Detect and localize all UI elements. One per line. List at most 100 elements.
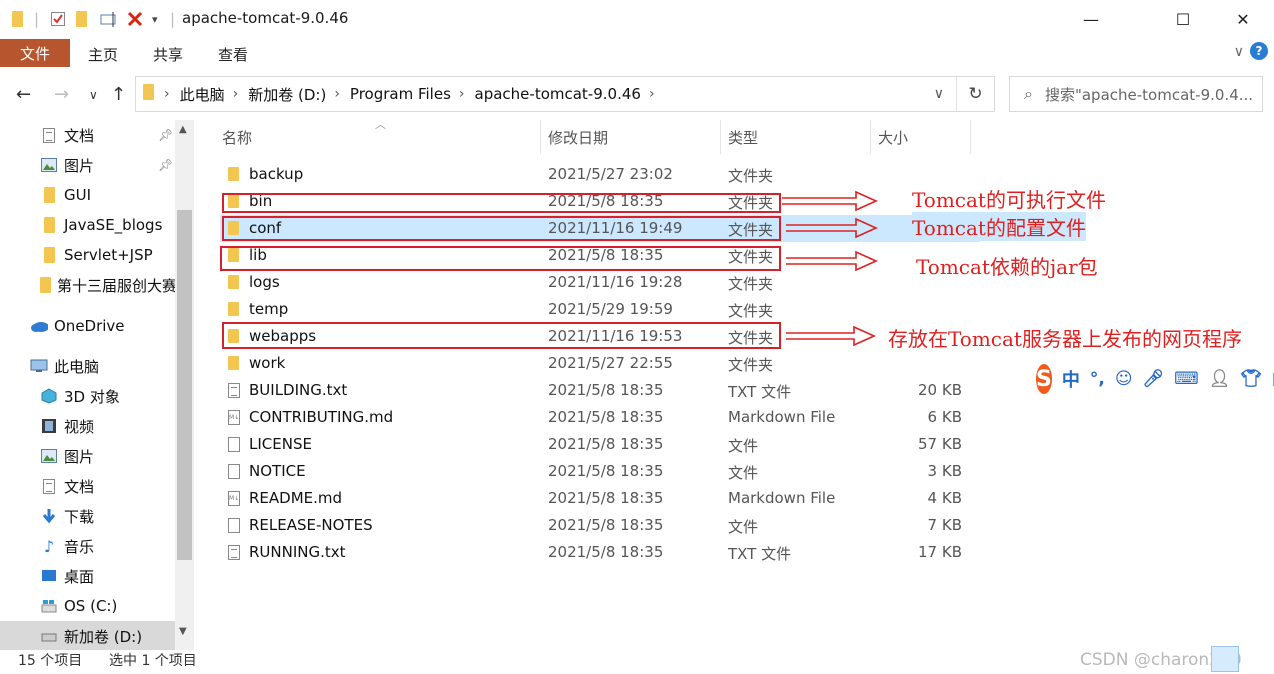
rename-icon[interactable] [100,10,118,28]
file-date: 2021/5/27 23:02 [548,165,673,183]
file-row[interactable]: RELEASE-NOTES 2021/5/8 18:35 文件 7 KB [220,512,980,539]
ime-mode-chinese[interactable]: 中 [1062,366,1080,392]
recent-locations-icon[interactable]: ∨ [89,88,98,102]
sidebar-item[interactable]: 图片 📌︎ [0,150,175,180]
emoji-icon[interactable]: ☺ [1115,369,1133,389]
breadcrumb-tomcat[interactable]: apache-tomcat-9.0.46 [475,85,641,103]
chevron-right-icon[interactable]: › [233,86,239,102]
file-row[interactable]: temp 2021/5/29 19:59 文件夹 [220,296,980,323]
file-date: 2021/5/8 18:35 [548,408,664,426]
sidebar-item[interactable]: 桌面 [0,561,175,591]
folder-icon [40,247,58,263]
scroll-thumb[interactable] [177,210,192,560]
user-icon[interactable]: 👤︎ [1209,369,1231,389]
chevron-right-icon[interactable]: › [164,86,170,102]
minimize-button[interactable]: — [1068,5,1114,33]
markdown-file-icon [228,410,240,429]
file-row[interactable]: LICENSE 2021/5/8 18:35 文件 57 KB [220,431,980,458]
sidebar-item[interactable]: JavaSE_blogs [0,210,175,240]
sidebar-item[interactable]: 图片 [0,441,175,471]
ime-toolbar[interactable]: S 中 °, ☺ 🎤︎ ⌨ 👤︎ 👕︎ ▦ [1034,362,1274,396]
chevron-right-icon[interactable]: › [649,86,655,102]
sidebar-item[interactable]: 下载 [0,501,175,531]
refresh-icon[interactable]: ↻ [956,77,994,111]
file-name: README.md [249,489,343,507]
back-icon[interactable]: ← [16,84,31,105]
close-button[interactable]: ✕ [1220,5,1266,33]
file-row[interactable]: RUNNING.txt 2021/5/8 18:35 TXT 文件 17 KB [220,539,980,566]
file-name: LICENSE [249,435,312,453]
keyboard-icon[interactable]: ⌨ [1174,369,1199,389]
chevron-right-icon[interactable]: › [334,86,340,102]
sidebar-item[interactable]: 文档 [0,471,175,501]
sidebar-item[interactable]: 视频 [0,411,175,441]
up-icon[interactable]: ↑ [111,84,126,105]
file-row[interactable]: logs 2021/11/16 19:28 文件夹 [220,269,980,296]
pin-icon[interactable]: 📌︎ [158,158,173,172]
tab-view[interactable]: 查看 [218,44,248,65]
search-box[interactable]: ⌕ 搜索"apache-tomcat-9.0.4... [1009,76,1263,112]
breadcrumb-this-pc[interactable]: 此电脑 [180,84,225,105]
file-date: 2021/5/8 18:35 [548,489,664,507]
file-row[interactable]: README.md 2021/5/8 18:35 Markdown File 4 KB [220,485,980,512]
file-type: 文件夹 [728,302,774,320]
forward-icon[interactable]: → [54,84,69,105]
tab-share[interactable]: 共享 [153,44,183,65]
customize-toolbar-icon[interactable]: ▾ [152,10,158,28]
breadcrumb-program-files[interactable]: Program Files [350,85,451,103]
file-row[interactable]: NOTICE 2021/5/8 18:35 文件 3 KB [220,458,980,485]
window-title: apache-tomcat-9.0.46 [182,9,349,27]
chevron-right-icon[interactable]: › [459,86,465,102]
column-header-size[interactable]: 大小 [871,120,971,154]
sidebar-item[interactable]: OneDrive [0,311,175,341]
file-icon [228,464,240,483]
pin-icon[interactable]: 📌︎ [158,128,173,142]
column-header-date[interactable]: 修改日期 [541,120,721,154]
properties-icon[interactable] [50,10,66,28]
file-row[interactable]: CONTRIBUTING.md 2021/5/8 18:35 Markdown Fi… [220,404,980,431]
new-folder-icon[interactable] [76,10,87,28]
scroll-up-icon[interactable]: ▲ [179,124,187,135]
file-row[interactable]: backup 2021/5/27 23:02 文件夹 [220,161,980,188]
delete-icon[interactable] [127,10,143,28]
file-size: 17 KB [918,543,962,561]
address-dropdown-icon[interactable]: ∨ [934,86,944,102]
tab-file[interactable]: 文件 [0,39,70,67]
sidebar-item[interactable]: 此电脑 [0,351,175,381]
sidebar-item[interactable]: GUI [0,180,175,210]
annotation-lib: Tomcat依赖的jar包 [916,255,1098,279]
tab-home[interactable]: 主页 [88,44,118,65]
ime-logo-icon[interactable]: S [1036,364,1052,394]
help-icon[interactable]: ? [1250,42,1268,60]
sidebar-item-label: 文档 [64,477,95,496]
annotation-webapps: 存放在Tomcat服务器上发布的网页程序 [888,327,1242,351]
arrow-icon [786,251,878,272]
sidebar-item[interactable]: 第十三届服创大赛 [0,270,175,300]
skin-icon[interactable]: 👕︎ [1240,369,1262,389]
sidebar-item[interactable]: Servlet+JSP [0,240,175,270]
punctuation-icon[interactable]: °, [1090,369,1105,389]
file-row[interactable]: work 2021/5/27 22:55 文件夹 [220,350,980,377]
microphone-icon[interactable]: 🎤︎ [1143,369,1165,389]
sidebar-item-label: 桌面 [64,567,95,586]
large-icons-view-button[interactable] [1243,646,1271,672]
breadcrumb-drive-d[interactable]: 新加卷 (D:) [248,84,326,105]
title-bar: | ▾ | apache-tomcat-9.0.46 — ☐ ✕ [0,0,1274,38]
maximize-button[interactable]: ☐ [1160,5,1206,33]
sidebar-item[interactable]: 文档 📌︎ [0,120,175,150]
file-name: NOTICE [249,462,306,480]
file-date: 2021/5/27 22:55 [548,354,673,372]
file-row[interactable]: BUILDING.txt 2021/5/8 18:35 TXT 文件 20 KB [220,377,980,404]
sidebar-item[interactable]: OS (C:) [0,591,175,621]
this-pc-icon [30,358,48,374]
details-view-button[interactable] [1211,646,1239,672]
expand-ribbon-icon[interactable]: ∨ [1234,44,1244,60]
column-header-name[interactable]: 名称 [215,120,541,154]
sidebar-item[interactable]: 3D 对象 [0,381,175,411]
scroll-down-icon[interactable]: ▼ [179,626,187,637]
column-header-type[interactable]: 类型 [721,120,871,154]
navigation-scrollbar[interactable]: ▲ ▼ [175,120,194,650]
separator: | [34,10,40,28]
address-bar[interactable]: › 此电脑 › 新加卷 (D:) › Program Files › apach… [135,76,995,112]
sidebar-item[interactable]: ♪ 音乐 [0,531,175,561]
